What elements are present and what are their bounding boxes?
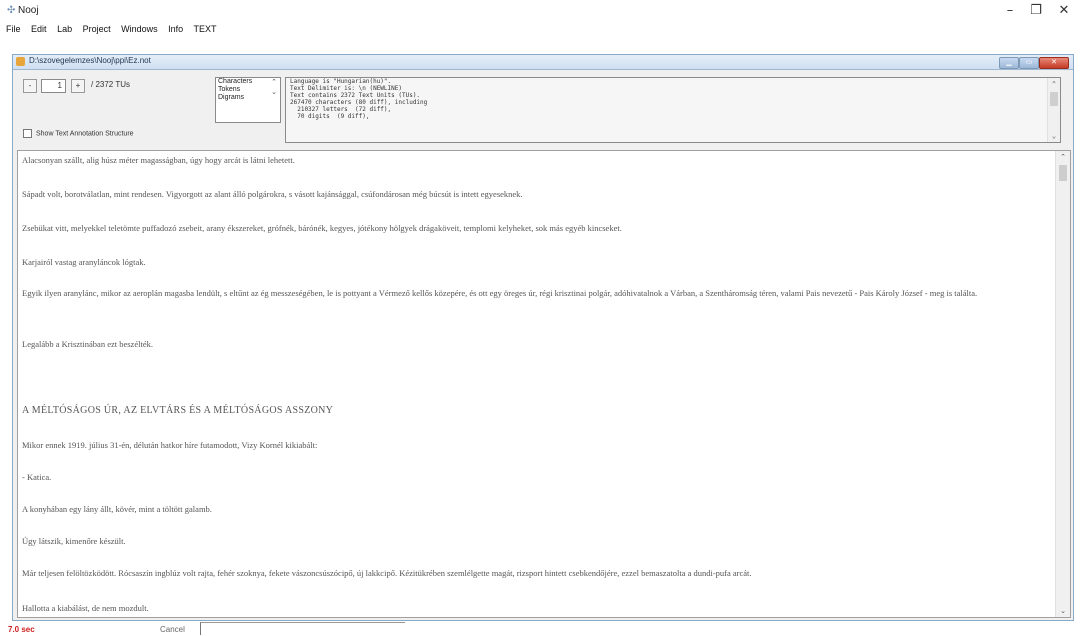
info-line: Language is "Hungarian(hu)". bbox=[290, 78, 392, 85]
document-close-button[interactable]: ✕ bbox=[1039, 57, 1069, 69]
elapsed-time: 7.0 sec bbox=[8, 625, 35, 634]
text-info-panel: Language is "Hungarian(hu)". Text Delimi… bbox=[285, 77, 1061, 143]
text-paragraph: Mikor ennek 1919. július 31-én, délután … bbox=[22, 440, 318, 450]
text-paragraph: Sápadt volt, borotválatlan, mint rendese… bbox=[22, 189, 523, 199]
text-paragraph: Hallotta a kiabálást, de nem mozdult. bbox=[22, 603, 149, 613]
chevron-up-icon[interactable]: ⌃ bbox=[268, 78, 280, 88]
menu-lab[interactable]: Lab bbox=[57, 24, 72, 34]
menu-info[interactable]: Info bbox=[168, 24, 183, 34]
chevron-down-icon[interactable]: ⌄ bbox=[268, 88, 280, 98]
text-paragraph: A konyhában egy lány állt, kövér, mint a… bbox=[22, 504, 212, 514]
scroll-down-icon[interactable]: ⌄ bbox=[1056, 607, 1070, 615]
text-scrollbar[interactable]: ⌃ ⌄ bbox=[1055, 151, 1070, 617]
info-line: Text Delimiter is: \n (NEWLINE) bbox=[290, 85, 402, 92]
tu-number-input[interactable]: 1 bbox=[41, 79, 66, 93]
scroll-down-icon[interactable]: ⌄ bbox=[1048, 132, 1060, 140]
document-minimize-button[interactable]: ▁ bbox=[999, 57, 1019, 69]
scroll-thumb[interactable] bbox=[1059, 165, 1067, 181]
status-field bbox=[200, 622, 405, 635]
menu-text[interactable]: TEXT bbox=[194, 24, 217, 34]
document-restore-button[interactable]: ▭ bbox=[1019, 57, 1039, 69]
menu-file[interactable]: File bbox=[6, 24, 21, 34]
text-paragraph: Egyik ilyen aranylánc, mikor az aeroplán… bbox=[22, 288, 978, 298]
info-line: 210327 letters (72 diff), bbox=[290, 106, 392, 113]
text-paragraph: Legalább a Krisztinában ezt beszélték. bbox=[22, 339, 153, 349]
next-tu-button[interactable]: + bbox=[71, 79, 85, 93]
prev-tu-button[interactable]: - bbox=[23, 79, 37, 93]
scroll-up-icon[interactable]: ⌃ bbox=[1056, 153, 1070, 161]
scroll-thumb[interactable] bbox=[1050, 92, 1058, 106]
document-icon bbox=[16, 57, 25, 66]
text-document-window: D:\szovegelemzes\Nooj\ppi\Ez.not ▁ ▭ ✕ -… bbox=[12, 54, 1074, 621]
show-annotation-label: Show Text Annotation Structure bbox=[36, 130, 134, 138]
view-options-list[interactable]: Characters Tokens Digrams ⌃ ⌄ bbox=[215, 77, 281, 123]
text-paragraph: - Katica. bbox=[22, 472, 52, 482]
text-paragraph: Karjairól vastag aranyláncok lógtak. bbox=[22, 257, 146, 267]
section-heading: A MÉLTÓSÁGOS ÚR, AZ ELVTÁRS ÉS A MÉLTÓSÁ… bbox=[22, 405, 334, 416]
cancel-button[interactable]: Cancel bbox=[160, 625, 185, 634]
menu-windows[interactable]: Windows bbox=[121, 24, 158, 34]
minimize-button[interactable]: – bbox=[998, 3, 1022, 18]
document-titlebar: D:\szovegelemzes\Nooj\ppi\Ez.not ▁ ▭ ✕ bbox=[13, 55, 1073, 70]
menu-edit[interactable]: Edit bbox=[31, 24, 47, 34]
info-line: Text contains 2372 Text Units (TUs). bbox=[290, 92, 421, 99]
info-line: 267470 characters (80 diff), including bbox=[290, 99, 428, 106]
document-title: D:\szovegelemzes\Nooj\ppi\Ez.not bbox=[29, 56, 151, 65]
show-annotation-checkbox[interactable]: Show Text Annotation Structure bbox=[23, 129, 134, 138]
maximize-button[interactable]: ❐ bbox=[1024, 3, 1048, 18]
menu-project[interactable]: Project bbox=[83, 24, 111, 34]
close-button[interactable]: ✕ bbox=[1052, 3, 1076, 18]
checkbox-box[interactable] bbox=[23, 129, 32, 138]
list-scrollbar[interactable]: ⌃ ⌄ bbox=[268, 78, 280, 122]
text-paragraph: Alacsonyan szállt, alig húsz méter magas… bbox=[22, 155, 295, 165]
text-content-area[interactable]: Alacsonyan szállt, alig húsz méter magas… bbox=[17, 150, 1071, 618]
app-titlebar: ✣ Nooj – ❐ ✕ bbox=[0, 0, 1084, 22]
text-paragraph: Zsebükat vitt, melyekkel teletömte puffa… bbox=[22, 223, 622, 233]
tu-count-label: / 2372 TUs bbox=[91, 80, 130, 89]
info-scrollbar[interactable]: ⌃ ⌄ bbox=[1047, 78, 1060, 142]
scroll-up-icon[interactable]: ⌃ bbox=[1048, 80, 1060, 88]
app-title: Nooj bbox=[18, 5, 39, 16]
info-line: 70 digits (9 diff), bbox=[290, 113, 370, 120]
text-paragraph: Úgy látszik, kimenőre készült. bbox=[22, 536, 126, 546]
menu-bar: File Edit Lab Project Windows Info TEXT bbox=[6, 24, 225, 38]
app-icon: ✣ bbox=[7, 5, 16, 16]
text-paragraph: Már teljesen felöltözködött. Rócsaszín i… bbox=[22, 568, 752, 578]
